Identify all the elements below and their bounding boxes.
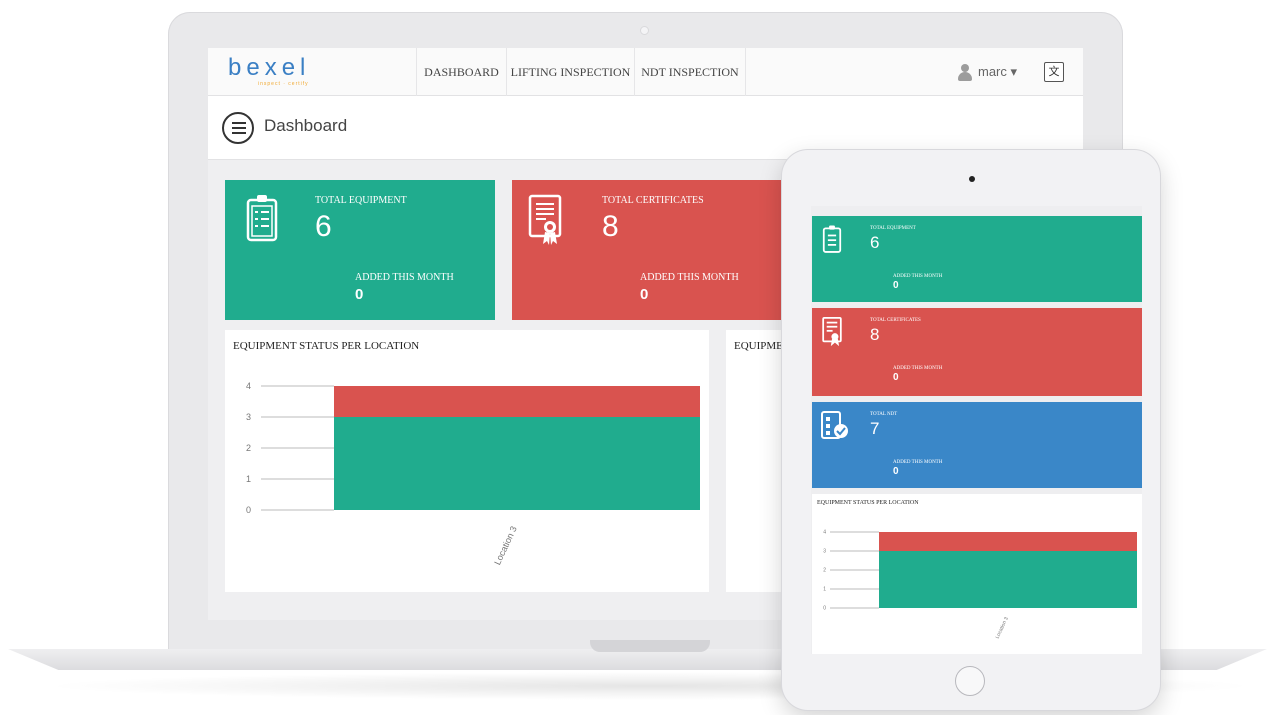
card-sub-value: 0 — [893, 280, 899, 291]
tablet-card-total-certificates[interactable]: TOTAL CERTIFICATES 8 ADDED THIS MONTH 0 — [812, 308, 1142, 396]
list-icon — [222, 112, 254, 144]
laptop-notch — [590, 640, 710, 652]
tablet-home-button[interactable] — [955, 666, 985, 696]
y-tick-label: 3 — [246, 412, 251, 422]
tablet-screen: TOTAL EQUIPMENT 6 ADDED THIS MONTH 0 TOT… — [811, 206, 1142, 654]
logo-text: bexel — [228, 54, 311, 81]
y-tick-label: 0 — [246, 505, 251, 515]
x-tick-label: Location 3 — [995, 616, 1010, 640]
product-mockup: bexel inspect · certify DASHBOARD LIFTIN… — [0, 0, 1267, 715]
card-label: TOTAL EQUIPMENT — [870, 226, 916, 231]
card-sub-label: ADDED THIS MONTH — [640, 272, 739, 283]
tablet-frame: TOTAL EQUIPMENT 6 ADDED THIS MONTH 0 TOT… — [782, 150, 1160, 710]
y-tick-label: 4 — [823, 530, 826, 536]
user-icon — [958, 63, 972, 81]
card-value: 6 — [315, 210, 332, 243]
x-tick-label: Location 3 — [492, 525, 519, 567]
card-sub-label: ADDED THIS MONTH — [355, 272, 454, 283]
laptop-camera — [640, 26, 649, 35]
tablet-card-total-equipment[interactable]: TOTAL EQUIPMENT 6 ADDED THIS MONTH 0 — [812, 216, 1142, 302]
tablet-chart-equipment-status: 0 1 2 3 4 Location 3 — [823, 530, 1137, 640]
card-label: TOTAL CERTIFICATES — [870, 318, 921, 323]
chart-equipment-status: 0 1 2 3 4 Location 3 — [246, 381, 700, 567]
bar-segment[interactable] — [879, 532, 1137, 551]
logo-tagline: inspect · certify — [258, 81, 309, 87]
certificate-icon — [528, 194, 562, 245]
card-value: 8 — [870, 325, 880, 344]
user-name: marc ▾ — [978, 64, 1018, 79]
y-tick-label: 1 — [246, 474, 251, 484]
tablet-chart-panel: EQUIPMENT STATUS PER LOCATION 0 1 2 3 4 Locat… — [812, 494, 1142, 654]
y-tick-label: 2 — [823, 568, 826, 574]
chart-title-2: EQUIPME — [734, 340, 783, 352]
bar-segment[interactable] — [334, 386, 700, 417]
y-tick-label: 0 — [823, 606, 826, 612]
chart-panel: EQUIPMENT STATUS PER LOCATION 0 1 2 3 4 Locat… — [225, 330, 709, 592]
y-tick-label: 2 — [246, 443, 251, 453]
y-tick-label: 4 — [246, 381, 251, 391]
card-label: TOTAL EQUIPMENT — [315, 195, 407, 206]
checklist-icon — [821, 411, 848, 439]
nav-ndt-inspection[interactable]: NDT INSPECTION — [634, 48, 746, 96]
card-sub-value: 0 — [355, 286, 364, 303]
card-sub-label: ADDED THIS MONTH — [893, 366, 943, 371]
bar-segment[interactable] — [334, 417, 700, 510]
user-menu[interactable]: marc ▾ — [958, 48, 1017, 96]
clipboard-icon — [246, 195, 278, 242]
card-total-certificates[interactable]: TOTAL CERTIFICATES 8 ADDED THIS MONTH 0 — [512, 180, 802, 320]
tablet-chart-title: EQUIPMENT STATUS PER LOCATION — [817, 500, 919, 506]
card-sub-value: 0 — [893, 466, 899, 477]
clipboard-icon — [822, 225, 842, 253]
card-value: 7 — [870, 419, 880, 438]
card-value: 6 — [870, 233, 880, 252]
certificate-icon — [822, 317, 842, 347]
chart-title: EQUIPMENT STATUS PER LOCATION — [233, 340, 420, 352]
card-sub-label: ADDED THIS MONTH — [893, 460, 943, 465]
card-sub-value: 0 — [640, 286, 649, 303]
card-total-equipment[interactable]: TOTAL EQUIPMENT 6 ADDED THIS MONTH 0 — [225, 180, 495, 320]
card-label: TOTAL NDT — [870, 412, 898, 417]
tablet-card-total-ndt[interactable]: TOTAL NDT 7 ADDED THIS MONTH 0 — [812, 402, 1142, 488]
top-navbar: bexel inspect · certify DASHBOARD LIFTIN… — [208, 48, 1083, 96]
bexel-logo[interactable]: bexel inspect · certify — [228, 54, 338, 90]
translate-icon[interactable]: 文 — [1044, 62, 1064, 82]
page-title: Dashboard — [264, 116, 348, 135]
card-sub-label: ADDED THIS MONTH — [893, 274, 943, 279]
card-label: TOTAL CERTIFICATES — [602, 195, 704, 206]
card-value: 8 — [602, 210, 619, 243]
nav-lifting-inspection[interactable]: LIFTING INSPECTION — [506, 48, 634, 96]
tablet-camera — [969, 176, 975, 182]
y-tick-label: 3 — [823, 549, 826, 555]
nav-dashboard[interactable]: DASHBOARD — [416, 48, 506, 96]
card-sub-value: 0 — [893, 372, 899, 383]
bar-segment[interactable] — [879, 551, 1137, 608]
y-tick-label: 1 — [823, 587, 826, 593]
